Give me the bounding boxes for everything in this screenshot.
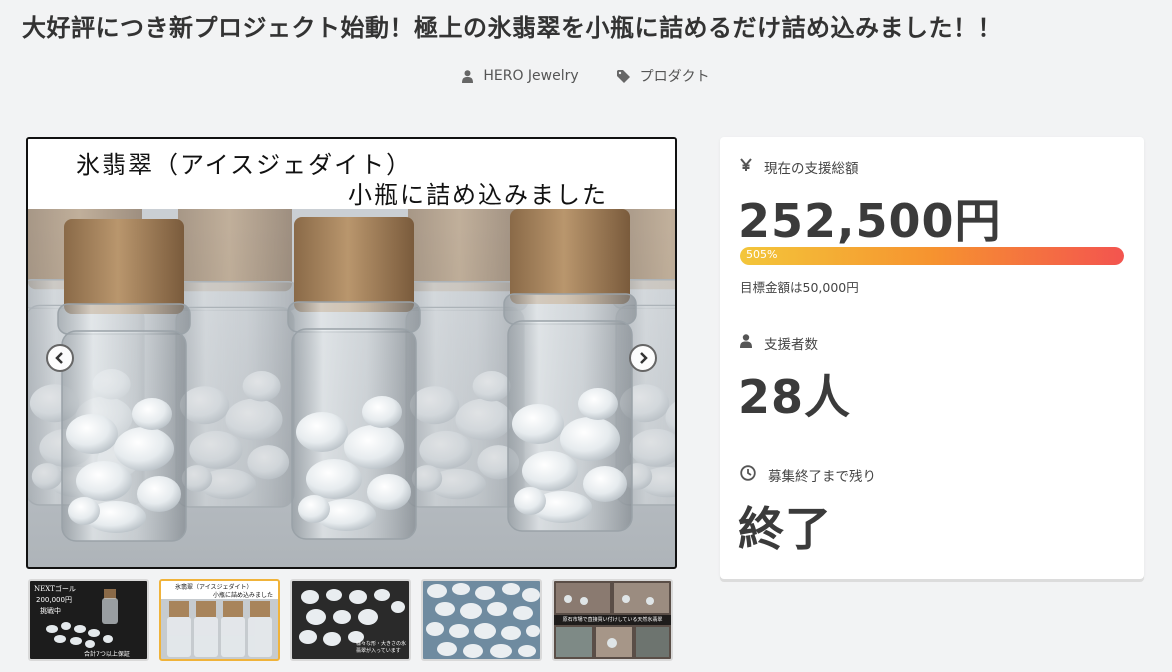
backers-label-row: 支援者数 xyxy=(740,333,818,353)
tag-icon xyxy=(616,69,630,83)
category-name: プロダクト xyxy=(639,69,710,85)
thumb1-caption4: 合計7つ以上保証 xyxy=(84,651,130,658)
thumbnail-5[interactable]: 原石市場で直接買い付けしている天然氷翡翠 xyxy=(552,579,673,661)
thumb5-caption: 原石市場で直接買い付けしている天然氷翡翠 xyxy=(554,615,671,625)
total-label: 現在の支援総額 xyxy=(764,161,859,177)
progress-bar: 505% xyxy=(740,247,1124,265)
chevron-right-icon xyxy=(640,352,648,364)
remaining-label: 募集終了まで残り xyxy=(768,469,876,485)
user-icon xyxy=(740,334,752,352)
remaining-value: 終了 xyxy=(738,502,832,556)
total-label-row: 現在の支援総額 xyxy=(740,157,859,177)
funding-panel: 現在の支援総額 252,500円 505% 目標金額は50,000円 支援者数 … xyxy=(720,137,1144,579)
image-banner: 氷翡翠（アイスジェダイト） 小瓶に詰め込みました xyxy=(28,139,675,209)
total-amount: 252,500円 xyxy=(738,194,1002,248)
backers-label: 支援者数 xyxy=(764,337,818,353)
gallery-main-image: 氷翡翠（アイスジェダイト） 小瓶に詰め込みました xyxy=(26,137,677,569)
goal-amount: 目標金額は50,000円 xyxy=(740,280,859,295)
chevron-left-icon xyxy=(55,352,63,364)
page-title: 大好評につき新プロジェクト始動！極上の氷翡翠を小瓶に詰めるだけ詰め込みました！！ xyxy=(22,14,1002,42)
clock-icon xyxy=(740,465,756,485)
progress-percent: 505% xyxy=(746,248,778,261)
progress-fill xyxy=(740,247,1124,265)
gallery-thumbnails: NEXTゴール 200,000円 挑戦中 合計7つ以上保証 氷翡翠（アイスジェダ… xyxy=(28,579,673,661)
project-meta: HERO Jewelry プロダクト xyxy=(0,66,1172,86)
author-link[interactable]: HERO Jewelry xyxy=(462,66,579,86)
thumbnail-3[interactable]: 様々な形・大きさの氷翡翠が入っています xyxy=(290,579,411,661)
next-image-button[interactable] xyxy=(629,344,657,372)
remaining-label-row: 募集終了まで残り xyxy=(740,465,876,485)
banner-line2: 小瓶に詰め込みました xyxy=(348,181,608,209)
user-icon xyxy=(462,69,474,83)
thumb2-caption2: 小瓶に詰め込みました xyxy=(213,592,274,599)
thumbnail-4[interactable] xyxy=(421,579,542,661)
yen-icon xyxy=(740,158,752,176)
thumbnail-1[interactable]: NEXTゴール 200,000円 挑戦中 合計7つ以上保証 xyxy=(28,579,149,661)
author-name: HERO Jewelry xyxy=(483,68,579,84)
category-link[interactable]: プロダクト xyxy=(616,66,710,86)
thumb3-caption: 様々な形・大きさの氷翡翠が入っています xyxy=(356,641,407,654)
thumb2-banner: 氷翡翠（アイスジェダイト） 小瓶に詰め込みました xyxy=(161,581,278,599)
previous-image-button[interactable] xyxy=(46,344,74,372)
thumbnail-2[interactable]: 氷翡翠（アイスジェダイト） 小瓶に詰め込みました xyxy=(159,579,280,661)
backers-count: 28人 xyxy=(738,370,852,424)
